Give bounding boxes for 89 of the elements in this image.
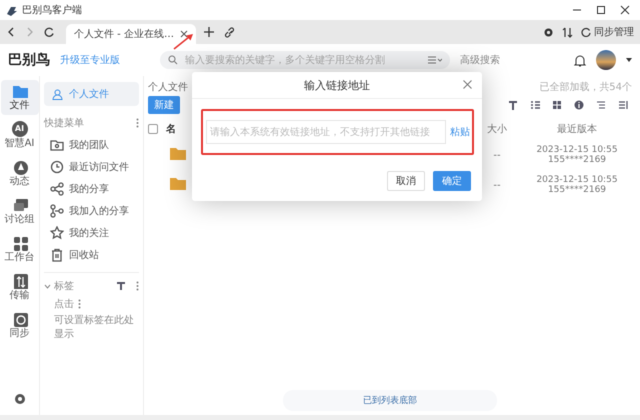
table-cell: 2023-12-15 10:55 xyxy=(536,145,618,155)
select-all-checkbox[interactable] xyxy=(148,124,158,134)
sync-icon xyxy=(12,311,28,327)
maximize-icon[interactable] xyxy=(596,5,606,15)
back-icon[interactable] xyxy=(6,27,16,37)
transfer-icon xyxy=(12,273,28,289)
bird-logo-icon xyxy=(6,4,17,16)
folder-icon xyxy=(50,138,64,152)
folder-icon xyxy=(170,147,186,160)
section-title: 快捷菜单 xyxy=(44,116,84,130)
more-icon[interactable] xyxy=(136,281,139,291)
nav-label: 智慧AI xyxy=(4,138,34,150)
nav-item[interactable]: AI 智慧AI xyxy=(0,118,38,153)
sync-icon xyxy=(581,27,591,37)
nav-item[interactable]: 传输 xyxy=(0,270,38,305)
outline-icon[interactable] xyxy=(596,100,606,110)
caret-icon[interactable] xyxy=(626,58,632,62)
table-cell: 155****2169 xyxy=(548,185,606,195)
more-icon xyxy=(78,299,81,309)
table-cell-text: -- xyxy=(492,150,502,160)
nav-label: 动态 xyxy=(10,176,30,188)
list-end-note: 已到列表底部 xyxy=(283,390,497,411)
nodes-icon xyxy=(50,204,64,218)
nav-item[interactable]: 讨论组 xyxy=(0,194,38,229)
bell-icon[interactable] xyxy=(574,54,586,66)
column-header: 名 xyxy=(166,122,176,136)
dialog-title: 输入链接地址 xyxy=(304,78,370,92)
avatar[interactable] xyxy=(596,50,616,70)
plus-icon[interactable] xyxy=(204,27,214,37)
sync-manage-button[interactable]: 同步管理 xyxy=(581,25,634,39)
table-cell: 155****2169 xyxy=(548,155,606,165)
cancel-button[interactable]: 取消 xyxy=(387,171,425,191)
nav-label: 工作台 xyxy=(4,252,34,264)
folder-icon xyxy=(12,83,28,99)
nav-label: 同步 xyxy=(10,328,30,340)
folder-icon xyxy=(170,177,186,190)
reload-icon[interactable] xyxy=(44,27,54,37)
nav-item[interactable]: 文件 xyxy=(0,80,38,115)
advanced-search-link[interactable]: 高级搜索 xyxy=(460,53,500,67)
info-icon[interactable] xyxy=(574,100,584,110)
column-header: 大小 xyxy=(486,122,508,136)
browser-tab[interactable]: 个人文件 - 企业在线… xyxy=(66,24,196,44)
sidebar-item[interactable]: 我的关注 xyxy=(44,222,139,244)
paste-link[interactable]: 粘贴 xyxy=(450,125,470,139)
sidebar-item[interactable]: 我的分享 xyxy=(44,178,139,200)
table-cell-text: -- xyxy=(492,180,502,190)
app-logo: 巴别鸟 xyxy=(8,51,50,69)
tab-title: 个人文件 - 企业在线… xyxy=(74,28,174,41)
columns-icon[interactable] xyxy=(618,100,628,110)
nav-item[interactable]: 同步 xyxy=(0,308,38,343)
sidebar-item[interactable]: 最近访问文件 xyxy=(44,156,139,178)
annotation-arrow xyxy=(172,33,194,51)
column-header: 最近版本 xyxy=(556,122,598,136)
chat-icon xyxy=(12,197,28,213)
table-cell: 2023-12-15 10:55 xyxy=(536,175,618,185)
nav-label: 讨论组 xyxy=(4,214,34,226)
share-icon xyxy=(50,182,64,196)
section-title: 标签 xyxy=(54,280,74,293)
chevron-down-icon[interactable] xyxy=(44,282,51,290)
hint-text: 可设置标签在此处显示 xyxy=(54,314,135,341)
star-icon xyxy=(50,226,64,240)
link-icon[interactable] xyxy=(224,26,235,38)
search-icon xyxy=(168,55,178,65)
sidebar-item[interactable]: 我的团队 xyxy=(44,134,139,156)
sort-arrows-icon[interactable] xyxy=(562,26,573,38)
text-tag-icon[interactable] xyxy=(117,282,125,290)
sidebar-item[interactable]: 我加入的分享 xyxy=(44,200,139,222)
ai-badge: AI xyxy=(12,121,28,137)
window-title: 巴别鸟客户端 xyxy=(22,4,82,17)
grid-icon[interactable] xyxy=(552,100,562,110)
breadcrumb[interactable]: 个人文件 xyxy=(148,80,188,94)
nav-label: 传输 xyxy=(10,290,30,302)
more-icon[interactable] xyxy=(136,118,139,128)
search-field[interactable]: 输入要搜索的关键字，多个关键字用空格分割 xyxy=(160,51,450,69)
sidebar-item[interactable]: 回收站 xyxy=(44,244,139,266)
clock-icon xyxy=(50,160,64,174)
nav-item[interactable]: 工作台 xyxy=(0,232,38,267)
grid-icon xyxy=(12,235,28,251)
close-icon[interactable] xyxy=(620,5,630,15)
nav-label: 文件 xyxy=(10,100,30,112)
trash-icon xyxy=(50,248,64,262)
close-icon[interactable] xyxy=(180,30,188,38)
load-status: 已全部加载，共54个 xyxy=(539,80,632,94)
text-icon[interactable] xyxy=(508,100,518,110)
person-icon xyxy=(52,88,63,100)
list-icon[interactable] xyxy=(530,100,540,110)
nav-item[interactable]: 动态 xyxy=(0,156,38,191)
hint-text: 点击 xyxy=(54,298,74,311)
filter-icon[interactable] xyxy=(428,56,442,64)
